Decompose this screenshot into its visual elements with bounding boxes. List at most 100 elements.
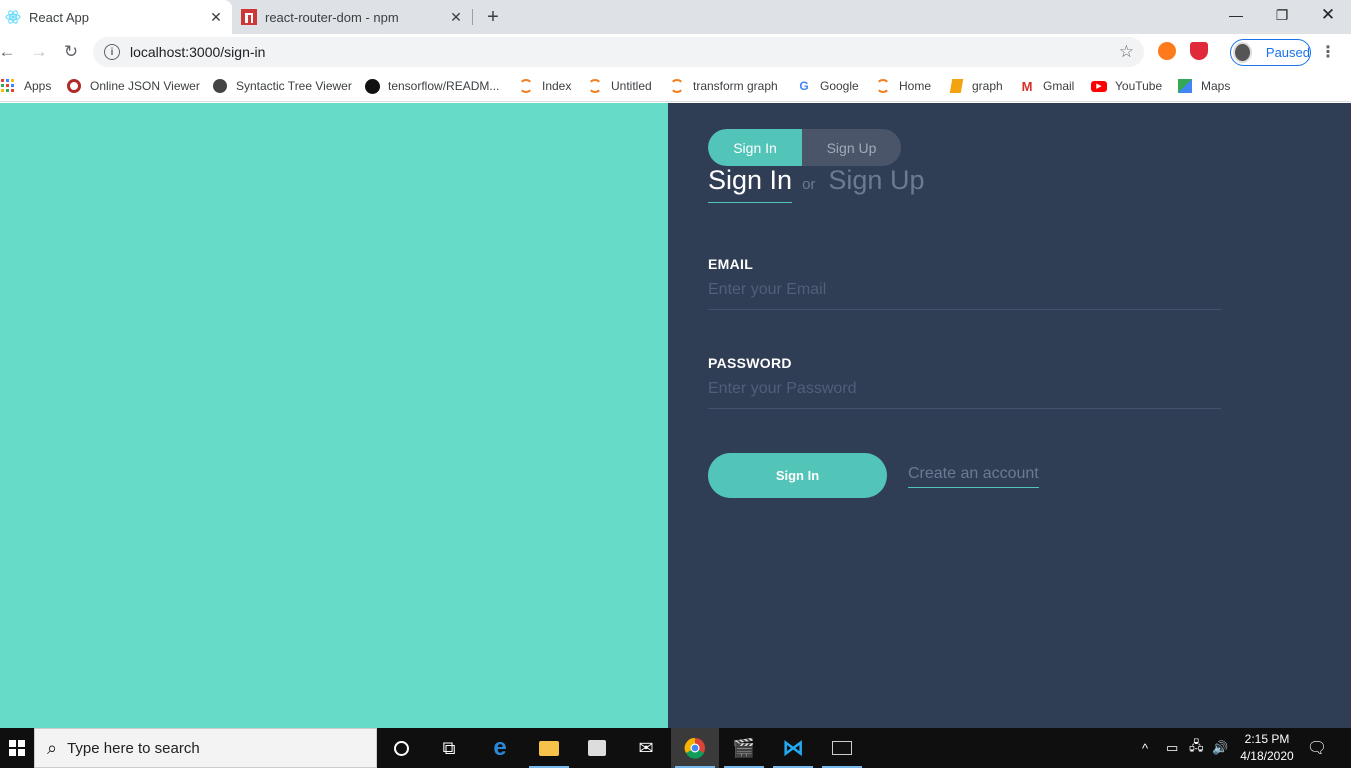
show-hidden-icons[interactable]: ^: [1142, 728, 1148, 768]
windows-taskbar: ⌕ Type here to search ⧉ e ✉ 🎬 ⋈ ^ ▭ 🖧 🔊 …: [0, 728, 1351, 768]
browser-toolbar: ← → ↻ i localhost:3000/sign-in ☆ Paused …: [0, 34, 1351, 70]
sign-in-submit-button[interactable]: Sign In: [708, 453, 887, 498]
mail-icon[interactable]: ✉: [622, 728, 670, 768]
switch-sign-up-button[interactable]: Sign Up: [802, 129, 901, 166]
page-content: Sign In Sign Up Sign In or Sign Up EMAIL…: [0, 103, 1351, 728]
battery-icon[interactable]: ▭: [1166, 728, 1178, 768]
title-sign-in-link[interactable]: Sign In: [708, 165, 793, 203]
jupyter-icon: [518, 78, 534, 94]
bookmark-label: tensorflow/READM...: [388, 79, 500, 93]
video-editor-icon[interactable]: 🎬: [720, 728, 768, 768]
tab-react-router-dom[interactable]: react-router-dom - npm ✕: [236, 0, 472, 34]
clock-time: 2:15 PM: [1244, 732, 1290, 746]
bookmark-gmail[interactable]: M Gmail: [1019, 76, 1075, 96]
task-view-icon[interactable]: ⧉: [425, 728, 473, 768]
bookmark-tensorflow-readme[interactable]: tensorflow/READM...: [364, 76, 499, 96]
network-icon[interactable]: 🖧: [1189, 728, 1204, 768]
email-label: EMAIL: [708, 256, 754, 272]
apps-grid-icon: [0, 78, 16, 94]
forward-icon[interactable]: →: [27, 40, 51, 64]
taskbar-clock[interactable]: 2:15 PM 4/18/2020: [1232, 731, 1302, 765]
extension-shield-icon[interactable]: [1190, 42, 1208, 60]
terminal-icon[interactable]: [818, 728, 866, 768]
bookmark-label: Home: [899, 79, 932, 93]
globe-icon: [212, 78, 228, 94]
search-icon: ⌕: [47, 737, 58, 758]
tab-divider: [472, 9, 473, 25]
reload-icon[interactable]: ↻: [59, 40, 83, 64]
password-input[interactable]: [708, 380, 1221, 409]
bookmark-apps[interactable]: Apps: [0, 76, 51, 96]
bookmark-label: Apps: [24, 79, 52, 93]
cortana-icon[interactable]: [377, 728, 425, 768]
jupyter-icon: [669, 78, 685, 94]
tab-react-app[interactable]: React App ✕: [0, 0, 232, 34]
jupyter-icon: [587, 78, 603, 94]
auth-mode-switcher: Sign In Sign Up: [708, 129, 901, 166]
site-info-icon[interactable]: i: [104, 44, 120, 60]
auth-form-panel: Sign In Sign Up Sign In or Sign Up EMAIL…: [668, 103, 1351, 728]
email-input[interactable]: [708, 281, 1221, 310]
bookmark-label: YouTube: [1115, 79, 1163, 93]
bookmark-label: Untitled: [611, 79, 652, 93]
gmail-icon: M: [1021, 78, 1033, 94]
password-label: PASSWORD: [708, 355, 792, 371]
title-or-text: or: [802, 176, 816, 193]
email-field-group: EMAIL: [708, 256, 1221, 310]
file-explorer-icon[interactable]: [525, 728, 573, 768]
new-tab-icon[interactable]: +: [481, 5, 505, 29]
bookmark-index[interactable]: Index: [518, 76, 571, 96]
bookmark-label: Syntactic Tree Viewer: [236, 79, 352, 93]
taskbar-search-placeholder: Type here to search: [67, 739, 200, 757]
bookmark-youtube[interactable]: ▶ YouTube: [1091, 76, 1162, 96]
windows-start-icon[interactable]: [0, 728, 34, 768]
address-bar[interactable]: i localhost:3000/sign-in ☆: [93, 37, 1144, 67]
react-icon: [5, 9, 21, 25]
bookmark-graph[interactable]: graph: [948, 76, 1003, 96]
url-text: localhost:3000/sign-in: [130, 44, 266, 60]
edge-icon[interactable]: e: [476, 728, 524, 768]
bookmark-online-json-viewer[interactable]: Online JSON Viewer: [66, 76, 200, 96]
bookmark-star-icon[interactable]: ☆: [1119, 42, 1134, 62]
profile-status: Paused: [1265, 45, 1310, 60]
vscode-icon[interactable]: ⋈: [769, 728, 817, 768]
close-window-icon[interactable]: ✕: [1305, 0, 1351, 30]
taskbar-search-box[interactable]: ⌕ Type here to search: [34, 728, 377, 768]
minimize-icon[interactable]: —: [1213, 0, 1259, 30]
bookmark-home[interactable]: Home: [875, 76, 931, 96]
browser-tab-strip: React App ✕ react-router-dom - npm ✕ + —…: [0, 0, 1351, 34]
bookmark-google[interactable]: G Google: [796, 76, 859, 96]
bookmark-label: Index: [542, 79, 572, 93]
bookmark-label: transform graph: [693, 79, 778, 93]
profile-button[interactable]: Paused: [1230, 39, 1311, 66]
notebook-icon: [948, 78, 964, 94]
bookmark-label: Maps: [1201, 79, 1231, 93]
bookmark-maps[interactable]: Maps: [1177, 76, 1230, 96]
close-tab-icon[interactable]: ✕: [446, 7, 466, 27]
clock-date: 4/18/2020: [1240, 749, 1294, 763]
back-icon[interactable]: ←: [0, 40, 19, 64]
chrome-icon[interactable]: [671, 728, 719, 768]
notifications-icon[interactable]: 🗨: [1305, 736, 1329, 760]
create-account-link[interactable]: Create an account: [908, 465, 1039, 488]
form-title: Sign In or Sign Up: [708, 165, 924, 205]
close-tab-icon[interactable]: ✕: [206, 7, 226, 27]
restore-icon[interactable]: ❐: [1259, 0, 1305, 30]
title-sign-up-link[interactable]: Sign Up: [828, 165, 924, 196]
maps-icon: [1177, 78, 1193, 94]
password-field-group: PASSWORD: [708, 355, 1221, 409]
json-viewer-icon: [66, 78, 82, 94]
avatar: [1233, 42, 1252, 63]
switch-sign-in-button[interactable]: Sign In: [708, 129, 802, 166]
github-icon: [364, 78, 380, 94]
bookmark-label: Google: [820, 79, 859, 93]
google-icon: G: [799, 79, 809, 93]
volume-icon[interactable]: 🔊: [1212, 728, 1228, 768]
bookmark-untitled[interactable]: Untitled: [587, 76, 652, 96]
extension-fire-icon[interactable]: [1158, 42, 1176, 60]
bookmark-transform-graph[interactable]: transform graph: [669, 76, 778, 96]
bookmark-syntactic-tree-viewer[interactable]: Syntactic Tree Viewer: [212, 76, 352, 96]
store-icon[interactable]: [573, 728, 621, 768]
menu-kebab-icon[interactable]: ⋮: [1320, 42, 1336, 62]
npm-icon: [241, 9, 257, 25]
